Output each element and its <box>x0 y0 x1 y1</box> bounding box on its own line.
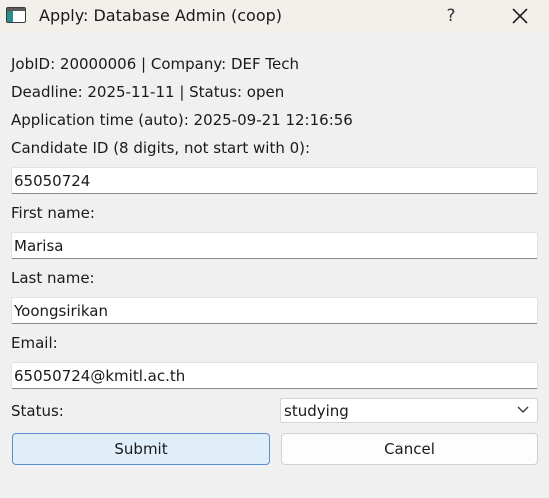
job-info-text: JobID: 20000006 | Company: DEF Tech <box>11 55 299 73</box>
first-name-value: Marisa <box>14 237 64 255</box>
last-name-input[interactable]: Yoongsirikan <box>11 297 538 324</box>
application-time-text: Application time (auto): 2025-09-21 12:1… <box>11 111 353 129</box>
close-icon <box>512 8 528 24</box>
deadline-info-text: Deadline: 2025-11-11 | Status: open <box>11 83 285 101</box>
last-name-value: Yoongsirikan <box>14 302 108 320</box>
window-app-icon <box>6 7 26 23</box>
cancel-button[interactable]: Cancel <box>281 433 538 465</box>
first-name-label: First name: <box>11 204 95 222</box>
title-bar: Apply: Database Admin (coop) ? <box>0 0 549 34</box>
email-label: Email: <box>11 334 58 352</box>
submit-button[interactable]: Submit <box>12 433 270 465</box>
candidate-id-value: 65050724 <box>14 172 91 190</box>
status-select-value: studying <box>284 402 349 420</box>
help-button[interactable]: ? <box>436 3 466 29</box>
last-name-label: Last name: <box>11 269 95 287</box>
first-name-input[interactable]: Marisa <box>11 232 538 259</box>
chevron-down-icon <box>517 406 529 413</box>
status-select[interactable]: studying <box>280 398 538 423</box>
email-value: 65050724@kmitl.ac.th <box>14 367 186 385</box>
email-input[interactable]: 65050724@kmitl.ac.th <box>11 362 538 389</box>
window-title: Apply: Database Admin (coop) <box>39 6 283 25</box>
status-label: Status: <box>11 402 64 420</box>
candidate-id-label: Candidate ID (8 digits, not start with 0… <box>11 139 311 157</box>
candidate-id-input[interactable]: 65050724 <box>11 167 538 194</box>
close-button[interactable] <box>502 2 538 30</box>
